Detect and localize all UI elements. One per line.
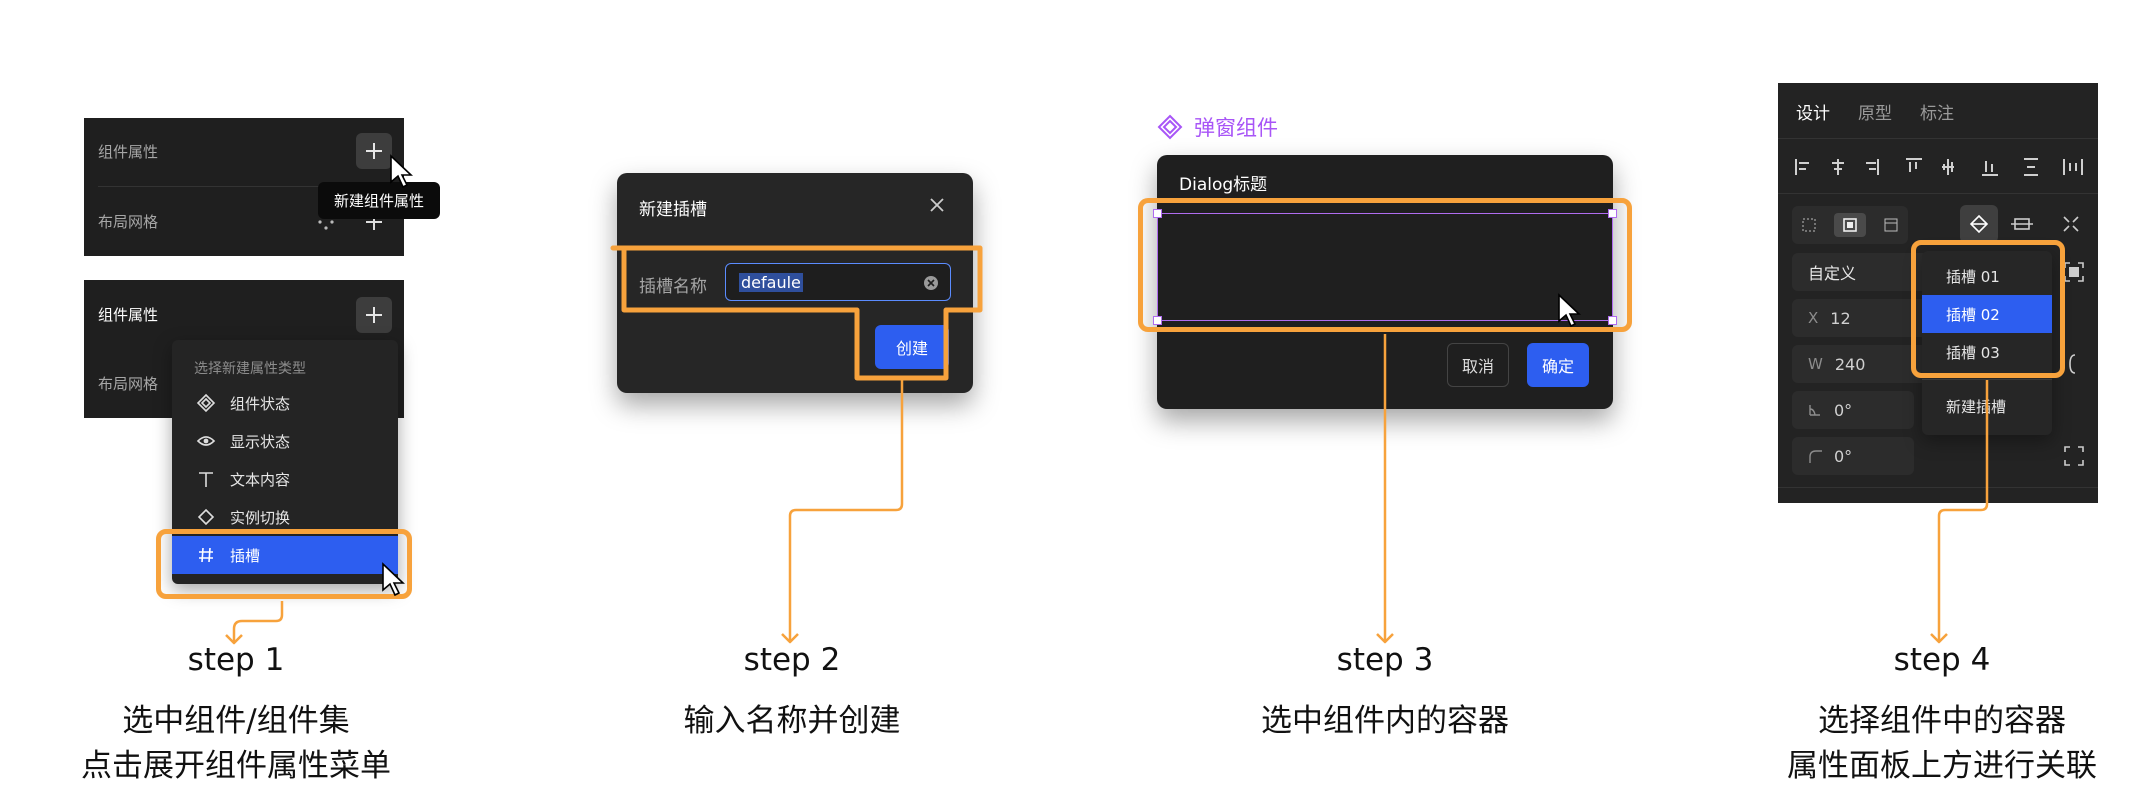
- step-label: step 4: [1893, 642, 1991, 678]
- component-diamond-icon: [1157, 114, 1183, 140]
- component-name: 弹窗组件: [1194, 116, 1278, 140]
- align-toolbar[interactable]: [1792, 153, 2086, 181]
- step-caption-line: 点击展开组件属性菜单: [81, 748, 391, 784]
- slot-container[interactable]: [1153, 209, 1617, 325]
- step-caption-line: 输入名称并创建: [683, 703, 901, 739]
- confirm-button[interactable]: 确定: [1527, 343, 1589, 387]
- step-label: step 3: [1336, 642, 1434, 678]
- selection-handle[interactable]: [1153, 316, 1162, 325]
- slot-dropdown: 插槽 01 插槽 02 插槽 03 新建插槽: [1922, 251, 2052, 435]
- section-title-component-props: 组件属性: [98, 306, 159, 324]
- layout-mode-select[interactable]: 自定义: [1792, 253, 1938, 291]
- menu-item-instance-switch[interactable]: 实例切换: [172, 498, 398, 536]
- rotation-value: 0°: [1834, 400, 1853, 420]
- section-title-layout-grid: 布局网格: [98, 213, 159, 231]
- width-input[interactable]: W 240: [1792, 345, 1938, 383]
- radius-input[interactable]: 0°: [1792, 437, 1914, 475]
- property-type-menu: 选择新建属性类型 组件状态 显示状态 文本内容 实例切换 插槽: [172, 340, 398, 584]
- connector-step2: [788, 380, 904, 642]
- menu-item-label: 组件状态: [230, 394, 291, 413]
- collapse-icon[interactable]: [2060, 213, 2082, 235]
- step-caption-line: 选中组件/组件集: [122, 703, 350, 739]
- step-label: step 2: [743, 642, 841, 678]
- menu-item-display-state[interactable]: 显示状态: [172, 422, 398, 460]
- cancel-button[interactable]: 取消: [1447, 343, 1509, 387]
- dialog-title: 新建插槽: [639, 200, 707, 220]
- x-key: X: [1808, 309, 1819, 327]
- frame-dashed-icon[interactable]: [1800, 216, 1818, 234]
- w-key: W: [1808, 355, 1823, 373]
- menu-item-label: 实例切换: [230, 508, 291, 527]
- cursor-icon: [1558, 293, 1582, 328]
- step-label: step 1: [187, 642, 285, 678]
- menu-item-label: 显示状态: [230, 432, 291, 451]
- constraint-icon[interactable]: [2069, 353, 2085, 375]
- divider: [1778, 487, 2098, 488]
- hash-icon: [194, 543, 218, 567]
- radius-value: 0°: [1834, 446, 1853, 466]
- diamond-icon: [194, 505, 218, 529]
- plus-icon: [366, 307, 382, 323]
- frame-filled-icon[interactable]: [1834, 213, 1866, 237]
- dialog-component: Dialog标题 取消 确定: [1153, 155, 1617, 409]
- connector-step1: [232, 601, 284, 643]
- step-caption-line: 选择组件中的容器: [1818, 703, 2066, 739]
- tab-prototype[interactable]: 原型: [1858, 99, 1892, 124]
- close-icon[interactable]: [927, 195, 947, 215]
- menu-item-component-state[interactable]: 组件状态: [172, 384, 398, 422]
- layout-mode-value: 自定义: [1808, 264, 1857, 283]
- slot-option[interactable]: 插槽 03: [1922, 333, 2052, 371]
- slot-option[interactable]: 插槽 01: [1922, 257, 2052, 295]
- cursor-icon: [390, 154, 414, 189]
- menu-item-text-content[interactable]: 文本内容: [172, 460, 398, 498]
- clip-content-icon[interactable]: [2063, 261, 2085, 283]
- new-slot-option[interactable]: 新建插槽: [1922, 387, 2052, 425]
- x-value: 12: [1830, 308, 1851, 328]
- step-caption-line: 选中组件内的容器: [1261, 703, 1509, 739]
- dialog-title: Dialog标题: [1179, 175, 1268, 195]
- section-title-component-props: 组件属性: [98, 143, 159, 161]
- menu-header: 选择新建属性类型: [194, 361, 306, 377]
- cursor-icon: [382, 562, 406, 597]
- x-input[interactable]: X 12: [1792, 299, 1938, 337]
- divider: [1778, 138, 2098, 139]
- plus-icon: [366, 143, 382, 159]
- tooltip-new-component-property: 新建组件属性: [318, 182, 441, 219]
- menu-item-slot[interactable]: 插槽: [172, 536, 398, 574]
- slot-link-icon: [1969, 214, 1989, 234]
- selection-handle[interactable]: [1153, 209, 1162, 218]
- layout-mode-group: [1792, 206, 1908, 244]
- tab-design[interactable]: 设计: [1796, 99, 1830, 124]
- corner-radius-icon: [1809, 450, 1822, 463]
- divider: [1778, 193, 2098, 194]
- field-label: 插槽名称: [639, 277, 707, 297]
- create-button[interactable]: 创建: [875, 325, 949, 369]
- selection-handle[interactable]: [1608, 316, 1617, 325]
- rotation-input[interactable]: 0°: [1792, 391, 1914, 429]
- w-value: 240: [1834, 354, 1866, 374]
- new-slot-dialog: 新建插槽 插槽名称 defaule 创建: [617, 173, 973, 393]
- add-property-button[interactable]: [356, 297, 392, 333]
- rotation-icon: [1809, 405, 1820, 416]
- eye-icon: [194, 429, 218, 453]
- section-title-layout-grid: 布局网格: [98, 375, 159, 393]
- slot-name-value: defaule: [739, 272, 803, 292]
- divider: [1922, 379, 2052, 380]
- menu-item-label: 文本内容: [230, 470, 291, 489]
- selection-handle[interactable]: [1608, 209, 1617, 218]
- clear-input-icon[interactable]: [922, 274, 940, 292]
- expand-icon[interactable]: [2063, 445, 2085, 467]
- component-label: 弹窗组件: [1156, 112, 1278, 142]
- tab-annotation[interactable]: 标注: [1920, 99, 1954, 124]
- diamond-outline-icon: [194, 391, 218, 415]
- slot-link-button[interactable]: [1960, 205, 1998, 243]
- menu-item-label: 插槽: [230, 546, 261, 565]
- slot-name-input[interactable]: defaule: [725, 263, 951, 301]
- slot-option-selected[interactable]: 插槽 02: [1922, 295, 2052, 333]
- fit-width-icon[interactable]: [2010, 213, 2034, 235]
- text-t-icon: [194, 467, 218, 491]
- step-caption-line: 属性面板上方进行关联: [1787, 748, 2097, 784]
- frame-top-icon[interactable]: [1882, 216, 1900, 234]
- add-property-button[interactable]: [356, 133, 392, 169]
